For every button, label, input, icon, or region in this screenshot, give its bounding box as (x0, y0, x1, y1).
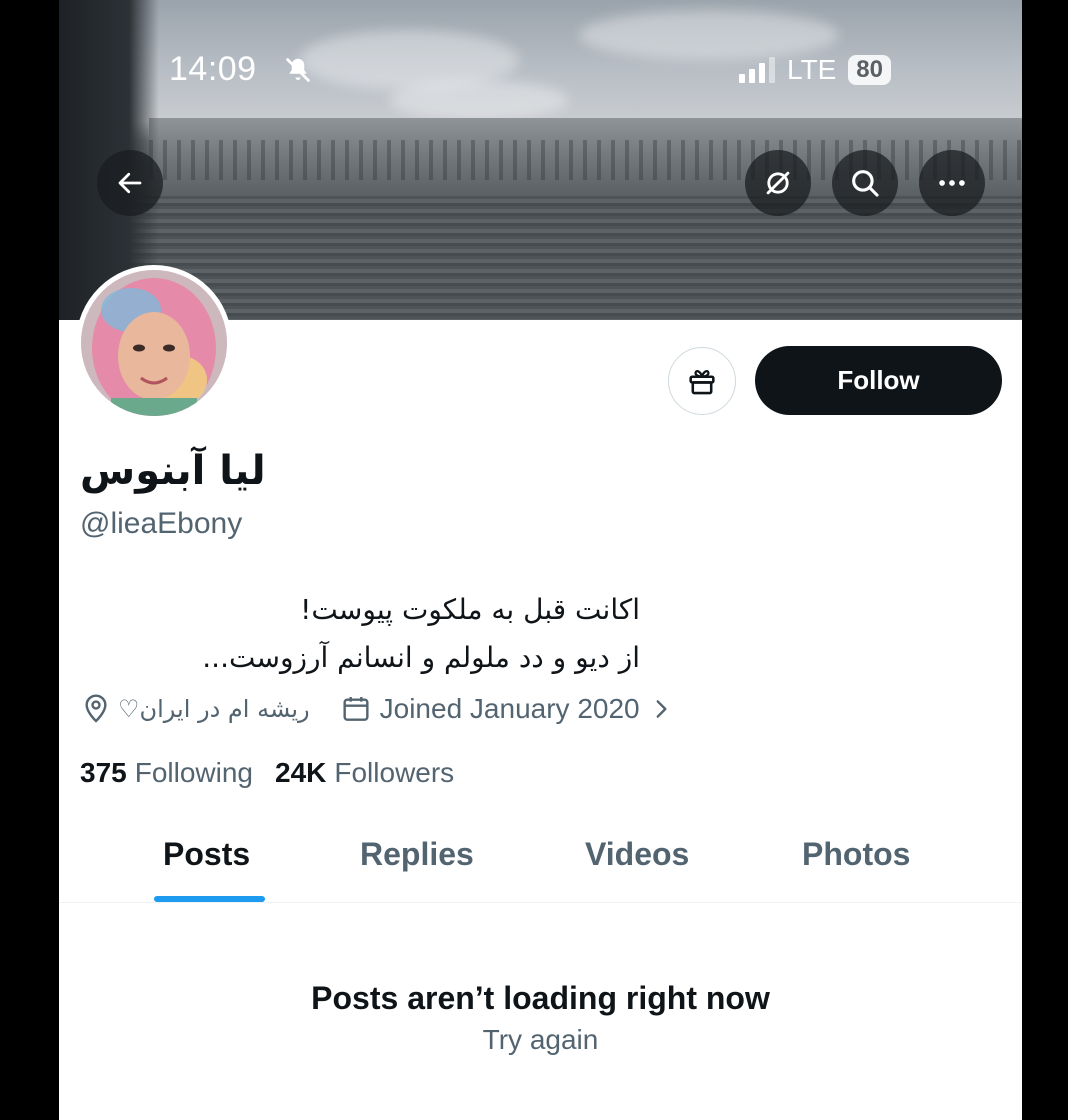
follow-button[interactable]: Follow (755, 346, 1002, 415)
tab-videos[interactable]: Videos (585, 836, 689, 873)
tab-replies[interactable]: Replies (360, 836, 474, 873)
back-button[interactable] (97, 150, 163, 216)
tab-photos[interactable]: Photos (802, 836, 910, 873)
status-indicators: LTE 80 (739, 53, 891, 87)
avatar-image (81, 270, 227, 416)
cellular-signal-icon (739, 57, 775, 83)
display-name: لیا آبنوس (80, 448, 266, 494)
avatar-portrait (81, 270, 227, 416)
bio-line: اکانت قبل به ملکوت پیوست! (300, 593, 640, 626)
search-button[interactable] (832, 150, 898, 216)
user-handle: @lieaEbony (80, 507, 243, 540)
bio-line: از دیو و دد ملولم و انسانم آرزوست... (202, 641, 640, 674)
joined-date: Joined January 2020 (379, 693, 640, 724)
followers-count: 24K (275, 757, 327, 788)
profile-screen: 14:09 LTE 80 Follow لیا آبنوس @lieaEbony… (59, 0, 1022, 1120)
banner-cloud (389, 80, 569, 120)
bell-muted-icon (285, 57, 311, 83)
avatar[interactable] (76, 265, 232, 421)
gift-icon (689, 370, 715, 395)
profile-location: ریشه ام در ایران♡ (118, 695, 310, 723)
profile-tabs: Posts Replies Videos Photos (59, 820, 1022, 903)
follow-counts: 375 Following 24K Followers (80, 752, 454, 794)
following-link[interactable]: 375 Following (80, 757, 253, 789)
followers-link[interactable]: 24K Followers (275, 757, 454, 789)
active-tab-indicator (154, 896, 265, 902)
tab-posts[interactable]: Posts (163, 836, 250, 873)
empty-state-title: Posts aren’t loading right now (311, 980, 770, 1016)
profile-meta: ریشه ام در ایران♡ Joined January 2020 (80, 688, 674, 730)
status-time: 14:09 (169, 50, 257, 88)
translate-toggle-button[interactable] (745, 150, 811, 216)
chevron-right-icon[interactable] (648, 696, 674, 722)
more-button[interactable] (919, 150, 985, 216)
try-again-link[interactable]: Try again (59, 1024, 1022, 1056)
more-icon (939, 180, 965, 186)
battery-level: 80 (848, 55, 891, 85)
arrow-left-icon (118, 172, 142, 194)
network-type: LTE (787, 54, 837, 85)
following-label: Following (134, 757, 253, 788)
following-count: 375 (80, 757, 127, 788)
gift-button[interactable] (668, 347, 736, 415)
location-pin-icon (85, 694, 107, 723)
calendar-icon (343, 697, 369, 721)
search-icon (852, 170, 879, 197)
followers-label: Followers (334, 757, 455, 788)
no-translate-icon (766, 171, 790, 195)
profile-bio: اکانت قبل به ملکوت پیوست! از دیو و دد مل… (80, 586, 640, 682)
